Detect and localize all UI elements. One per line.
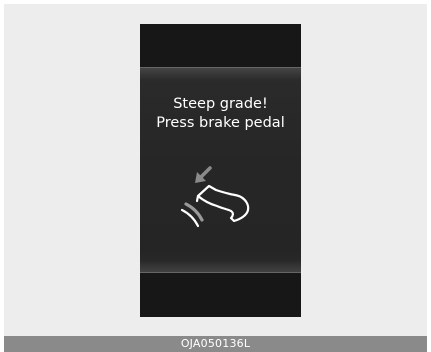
figure-caption: OJA050136L bbox=[4, 336, 427, 352]
warning-message: Steep grade! Press brake pedal bbox=[140, 95, 301, 133]
warning-message-line-1: Steep grade! bbox=[173, 96, 268, 112]
cluster-display: Steep grade! Press brake pedal bbox=[140, 24, 301, 317]
brake-pedal-press-icon bbox=[180, 166, 250, 228]
warning-message-line-2: Press brake pedal bbox=[156, 115, 285, 131]
